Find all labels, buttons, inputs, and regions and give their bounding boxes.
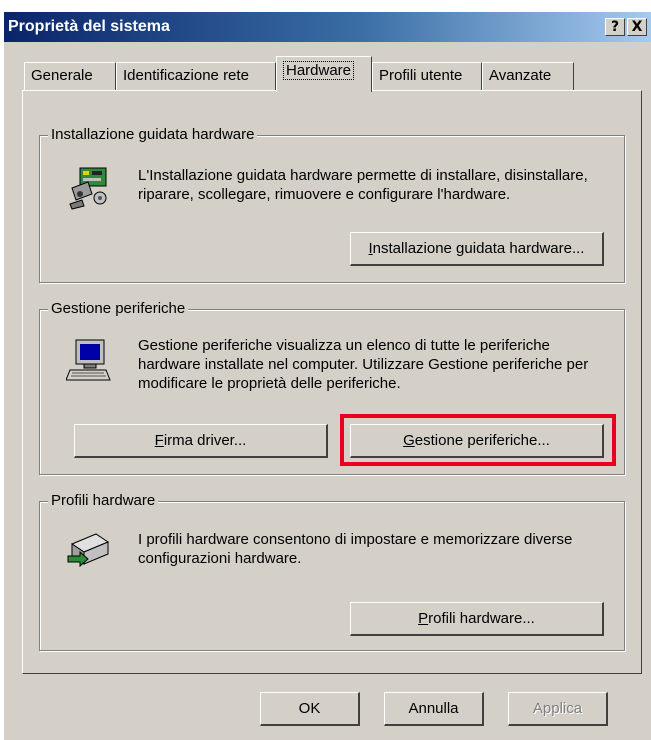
cancel-button[interactable]: Annulla: [384, 692, 484, 726]
device-manager-group-title: Gestione periferiche: [48, 300, 189, 317]
tab-label: Avanzate: [489, 67, 552, 84]
hardware-profiles-group-title: Profili hardware: [48, 492, 159, 509]
highlight-box: [340, 414, 616, 466]
button-label: nstallazione guidata hardware...: [372, 240, 585, 257]
hardware-wizard-button[interactable]: Installazione guidata hardware...: [350, 232, 604, 266]
button-mnemonic: P: [418, 610, 429, 627]
system-properties-window: Proprietà del sistema ? X Generale Ident…: [4, 12, 651, 740]
button-label: irma driver...: [163, 432, 247, 449]
wizard-group-title: Installazione guidata hardware: [48, 126, 258, 143]
wizard-group: Installazione guidata hardware L'Install…: [39, 126, 625, 283]
tab-generale[interactable]: Generale: [24, 62, 116, 90]
ok-button[interactable]: OK: [260, 692, 360, 726]
title-bar[interactable]: Proprietà del sistema ? X: [4, 12, 651, 42]
hardware-tab-panel: Installazione guidata hardware L'Install…: [22, 90, 642, 674]
window-title: Proprietà del sistema: [8, 18, 170, 35]
apply-button[interactable]: Applica: [508, 692, 608, 726]
hardware-profiles-icon: [67, 533, 110, 568]
hardware-wizard-icon: [69, 167, 107, 210]
button-mnemonic: F: [154, 432, 164, 449]
device-manager-group: Gestione periferiche Gestione periferich…: [39, 300, 625, 475]
tab-identificazione-rete[interactable]: Identificazione rete: [116, 62, 276, 90]
hardware-profiles-group: Profili hardware I profili hardware cons…: [39, 492, 625, 651]
computer-icon: [66, 339, 111, 381]
tab-label: Identificazione rete: [123, 67, 249, 84]
help-button[interactable]: ?: [605, 18, 625, 36]
close-button[interactable]: X: [627, 18, 647, 36]
hardware-profiles-description: I profili hardware consentono di imposta…: [138, 531, 573, 567]
tab-label: Hardware: [283, 61, 355, 80]
tab-hardware[interactable]: Hardware: [276, 56, 372, 92]
tab-label: Generale: [31, 67, 93, 84]
wizard-description: L'Installazione guidata hardware permett…: [138, 167, 588, 203]
driver-signing-button[interactable]: Firma driver...: [74, 424, 328, 458]
tab-profili-utente[interactable]: Profili utente: [372, 62, 482, 90]
button-label: rofili hardware...: [428, 610, 535, 627]
hardware-profiles-button[interactable]: Profili hardware...: [350, 602, 604, 636]
tab-avanzate[interactable]: Avanzate: [482, 62, 574, 90]
tab-label: Profili utente: [379, 67, 463, 84]
device-manager-description: Gestione periferiche visualizza un elenc…: [138, 337, 589, 392]
